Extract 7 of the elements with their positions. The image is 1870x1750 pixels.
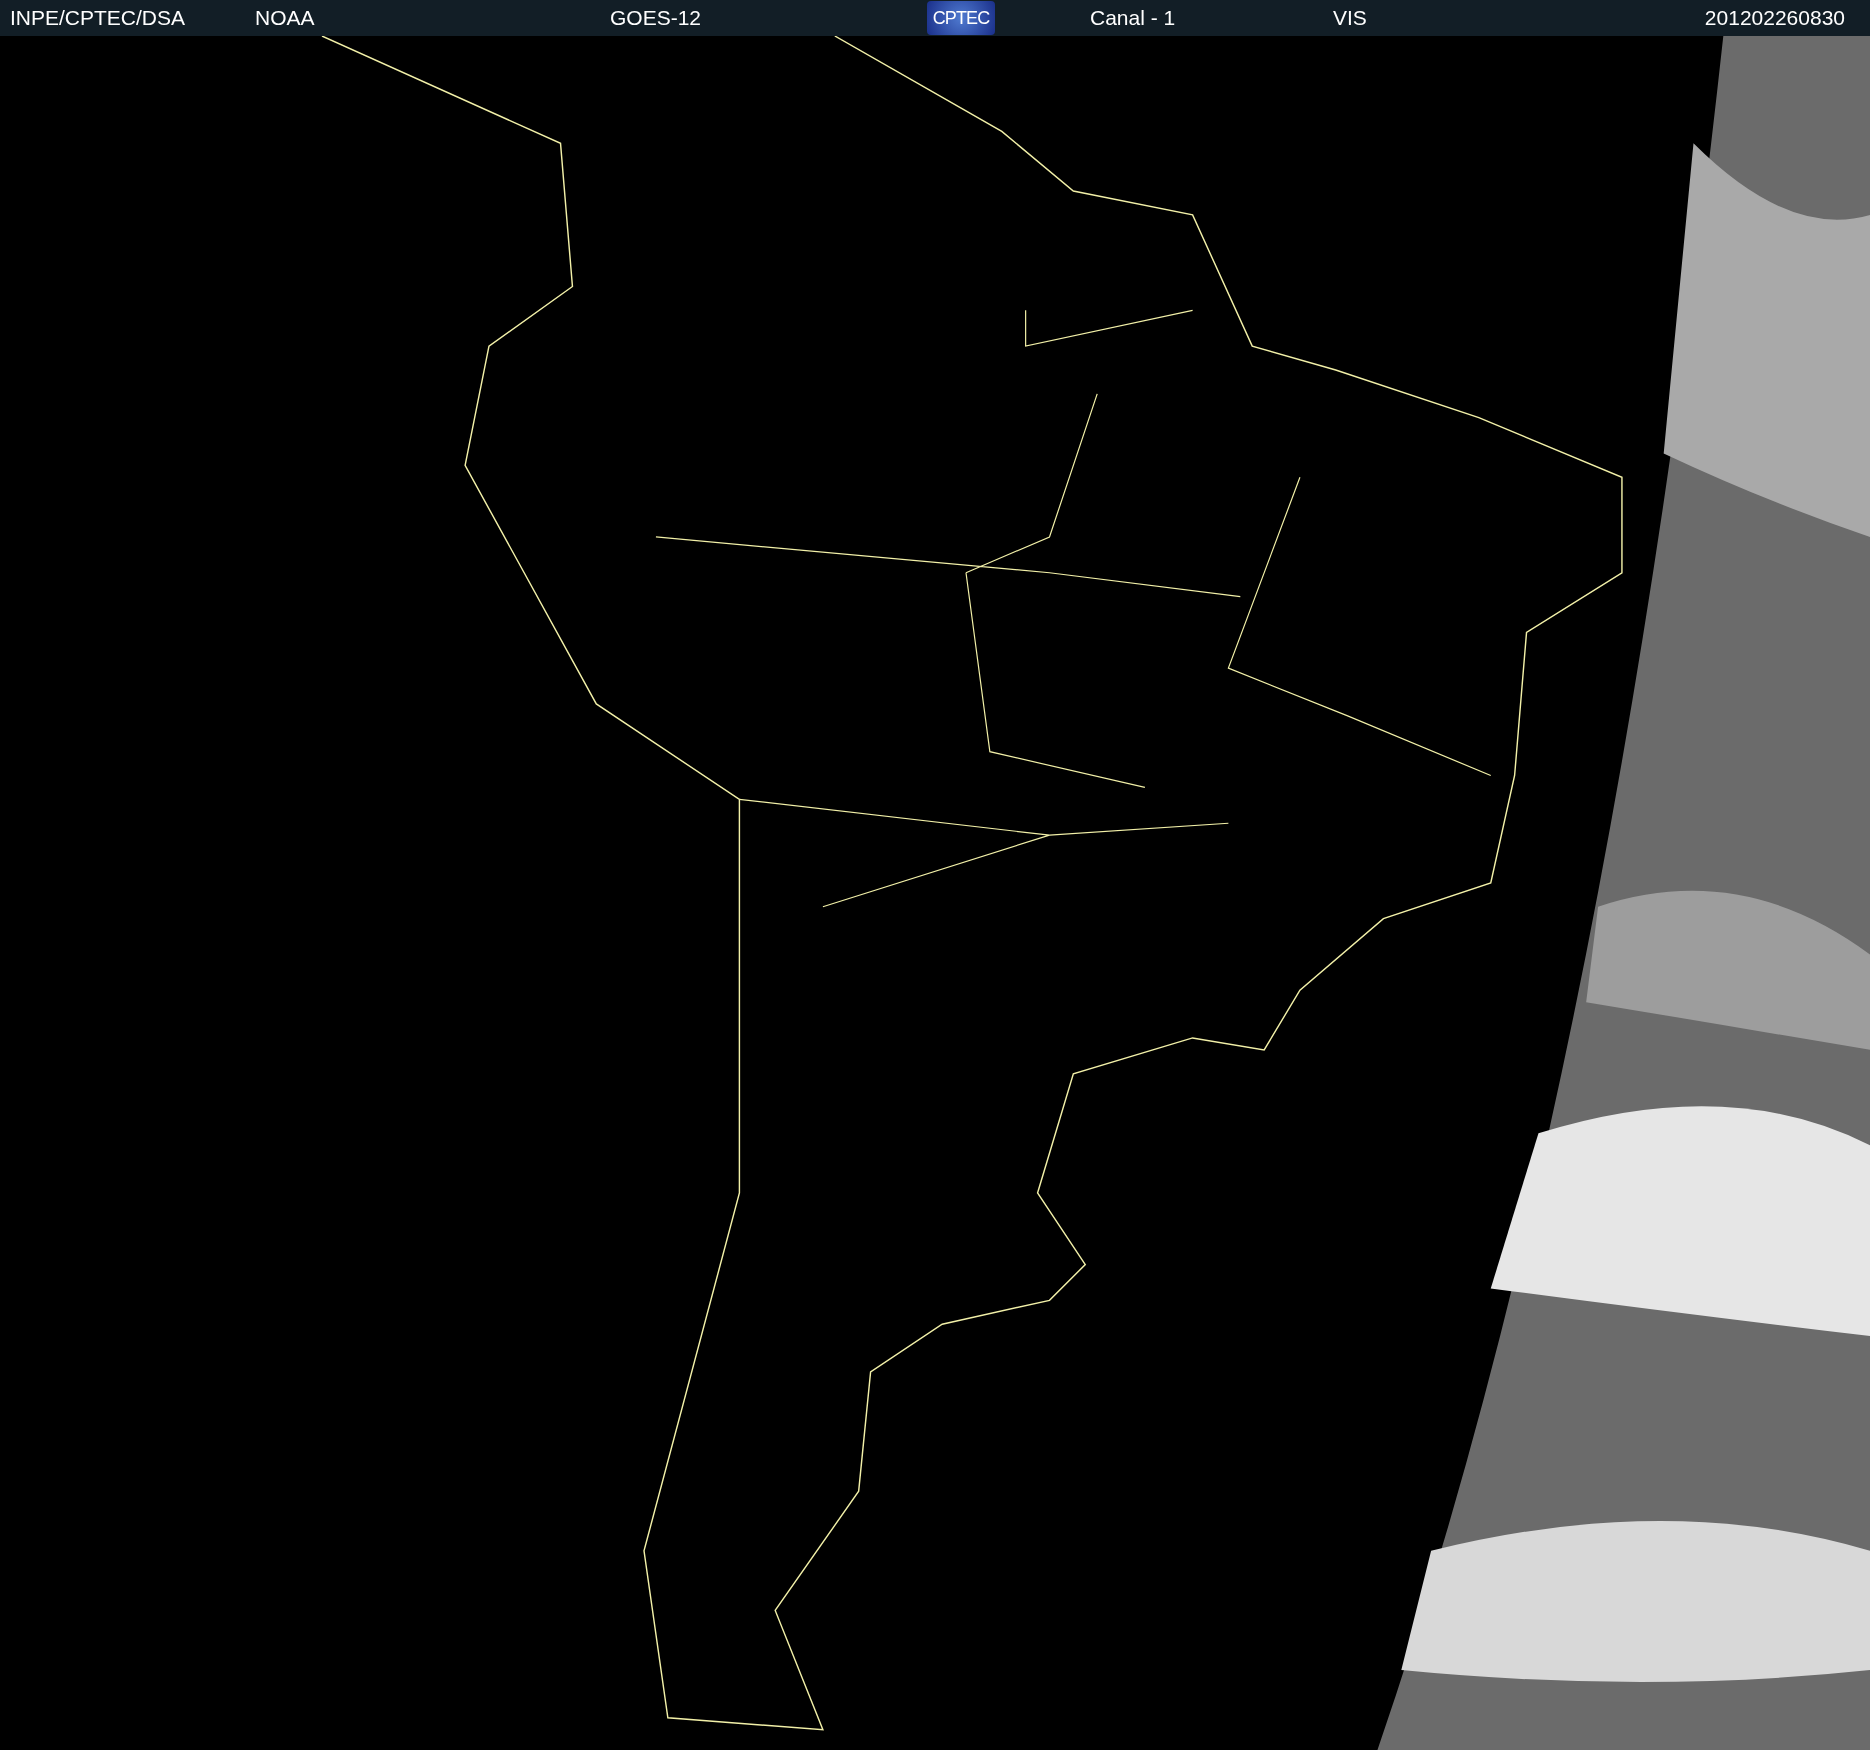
header-label: VIS xyxy=(1333,6,1367,30)
logo: CPTEC xyxy=(927,1,995,35)
header-label: NOAA xyxy=(255,6,315,30)
header-label: Canal - 1 xyxy=(1090,6,1176,30)
header-label: 201202260830 xyxy=(1704,5,1845,32)
header-label: GOES-12 xyxy=(610,6,702,30)
header-label: INPE/CPTEC/DSA xyxy=(10,6,186,30)
